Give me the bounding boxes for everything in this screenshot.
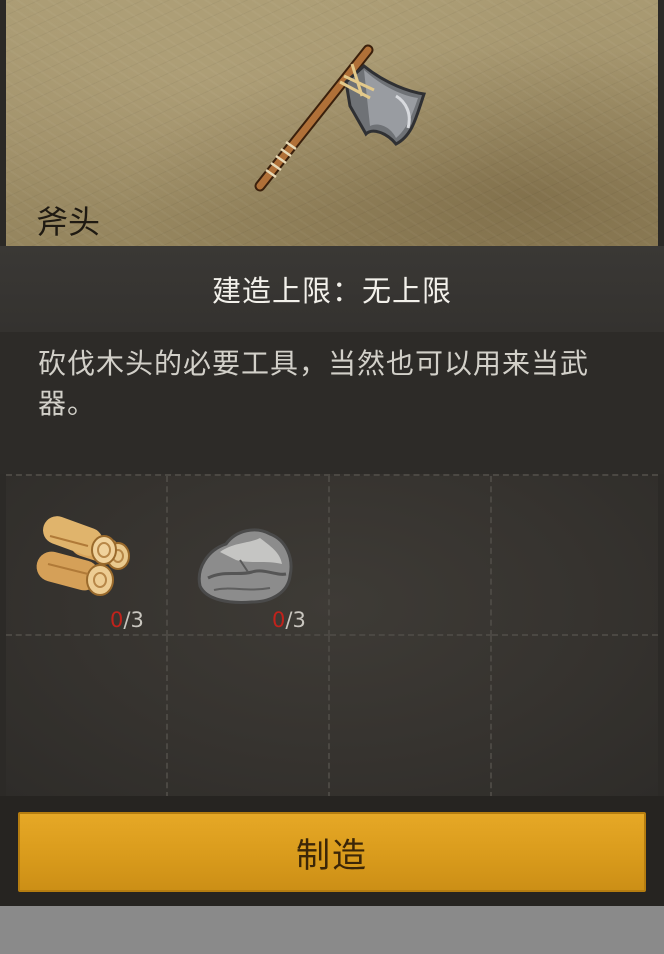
item-description: 砍伐木头的必要工具，当然也可以用来当武器。 (0, 332, 664, 474)
item-name: 斧头 (36, 203, 101, 241)
crafting-panel: 斧头 建造上限：无上限 砍伐木头的必要工具，当然也可以用来当武器。 0/3 0/… (0, 0, 664, 906)
empty-slot (330, 476, 492, 636)
empty-slot (168, 636, 330, 798)
craft-button[interactable]: 制造 (18, 812, 646, 892)
empty-slot (492, 476, 658, 636)
item-preview-header: 斧头 (0, 0, 664, 246)
empty-slot (330, 636, 492, 798)
craft-button-label: 制造 (296, 835, 368, 876)
build-limit-text: 建造上限：无上限 (211, 274, 452, 308)
wood-logs-icon (36, 516, 130, 596)
item-description-text: 砍伐木头的必要工具，当然也可以用来当武器。 (38, 347, 590, 420)
empty-slot (492, 636, 658, 798)
build-limit-bar: 建造上限：无上限 (0, 246, 664, 332)
material-count: 0/3 (110, 608, 144, 632)
material-slot[interactable]: 0/3 (168, 476, 330, 636)
stone-icon (197, 528, 293, 604)
material-count: 0/3 (272, 608, 306, 632)
empty-slot (6, 636, 168, 798)
material-slot[interactable]: 0/3 (6, 476, 168, 636)
axe-icon (254, 44, 426, 192)
material-grid: 0/3 0/3 (6, 474, 658, 798)
